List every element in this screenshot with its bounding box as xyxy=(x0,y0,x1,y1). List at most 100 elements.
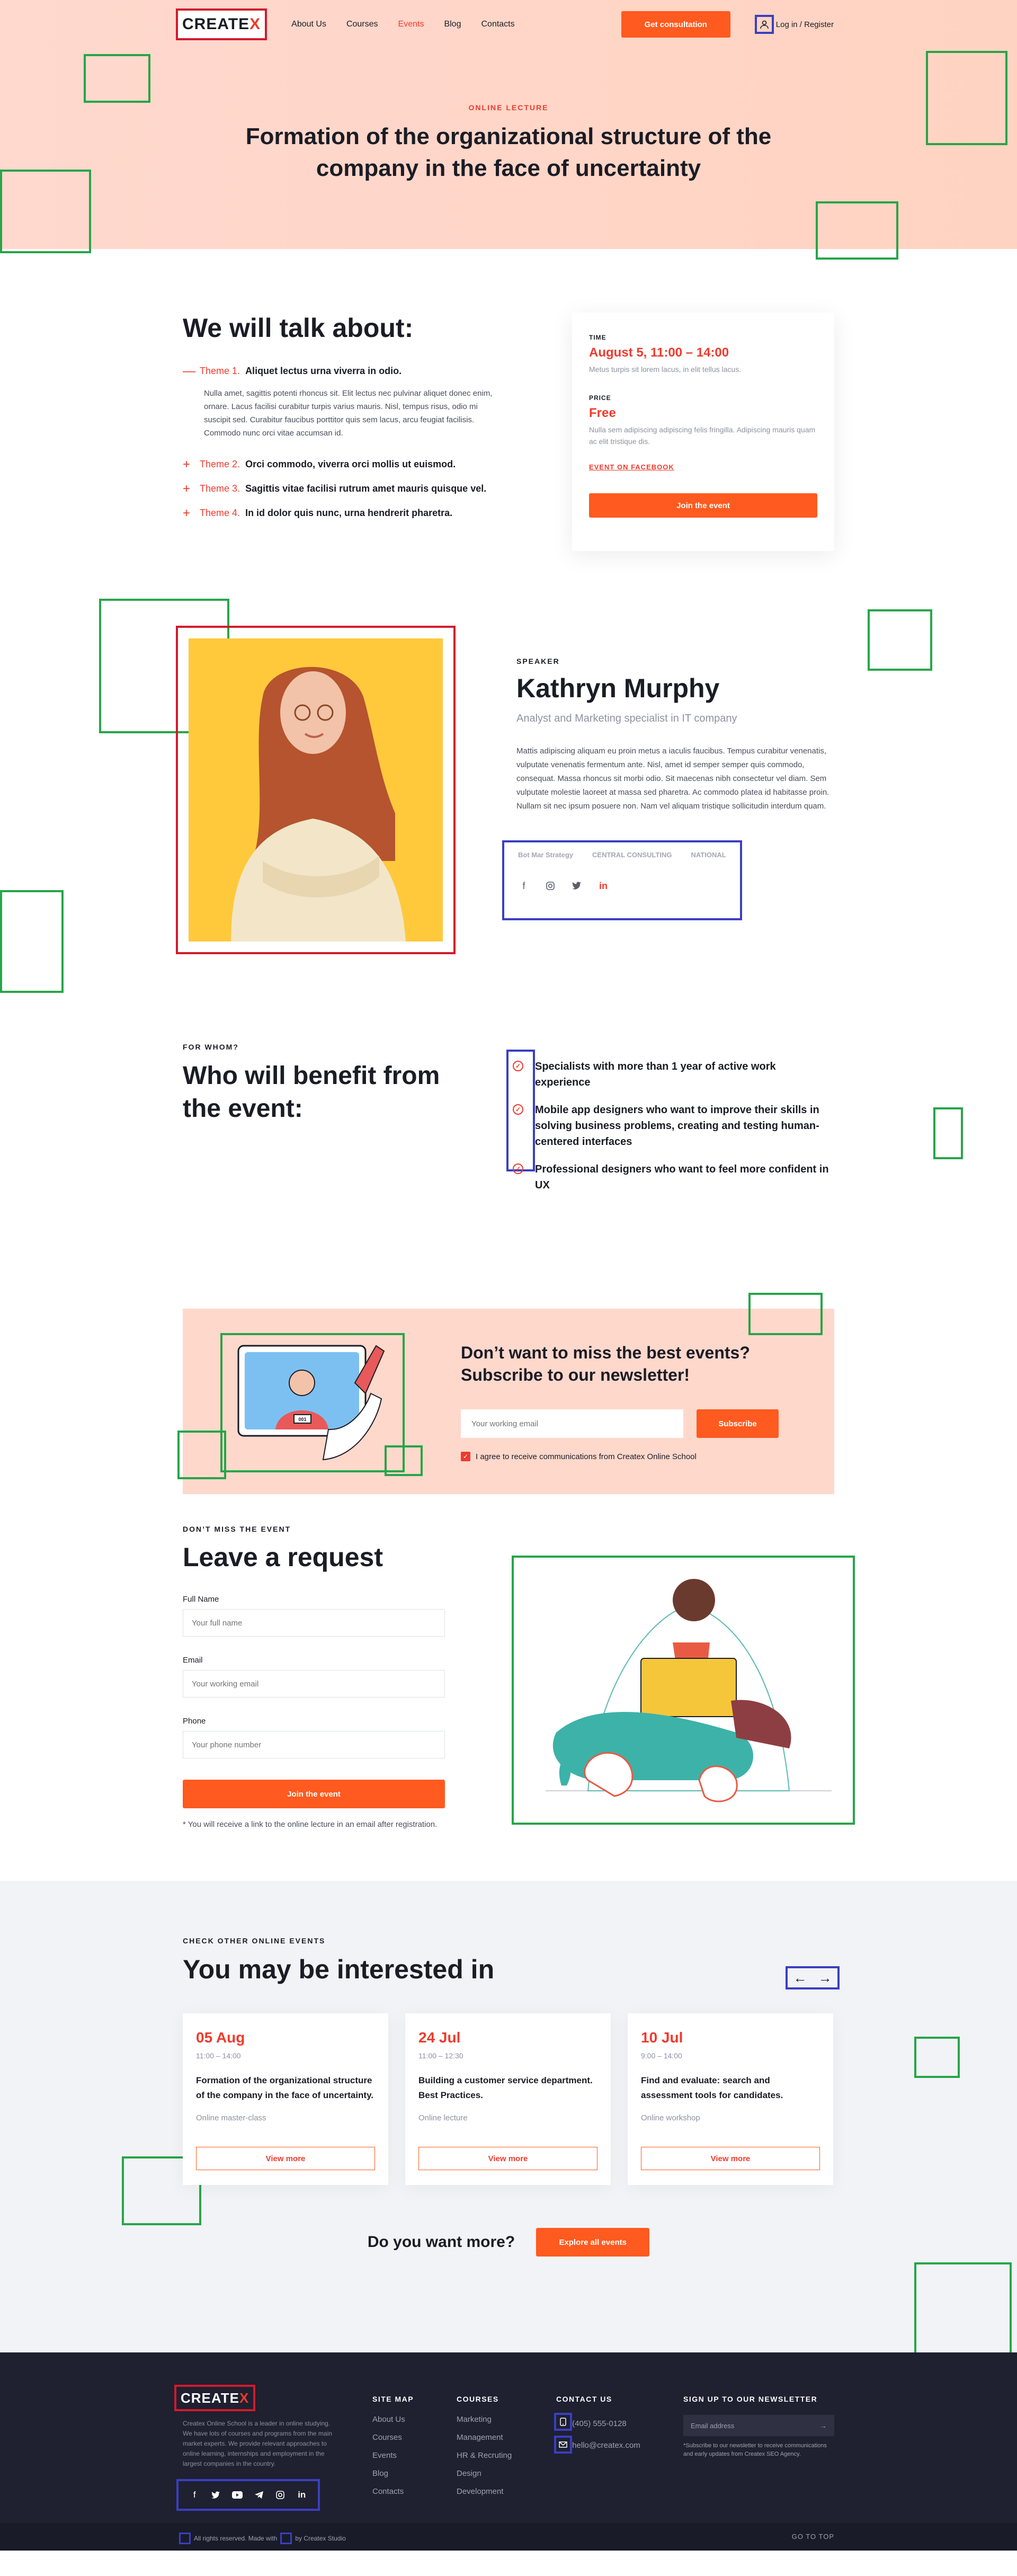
talk-heading: We will talk about: xyxy=(183,313,414,343)
footer-course-management[interactable]: Management xyxy=(457,2433,512,2442)
footer-link-blog[interactable]: Blog xyxy=(372,2469,414,2478)
plus-icon: + xyxy=(183,457,191,472)
event-title: Formation of the organizational structur… xyxy=(196,2075,374,2100)
theme-item-2[interactable]: + Theme 2. Orci commodo, viverra orci mo… xyxy=(183,457,501,472)
instagram-icon[interactable] xyxy=(274,2489,286,2501)
newsletter-section: 001 Don’t want to miss the best events? … xyxy=(0,1277,1017,1505)
check-icon: ✓ xyxy=(513,1061,523,1071)
linkedin-icon[interactable]: in xyxy=(296,2489,308,2501)
copyright-text: All rights reserved. Made with by Create… xyxy=(179,2533,346,2544)
newsletter-email-input[interactable] xyxy=(461,1409,683,1438)
footer-course-design[interactable]: Design xyxy=(457,2469,512,2478)
request-kicker: DON’T MISS THE EVENT xyxy=(183,1525,291,1533)
checkbox-checked-icon[interactable]: ✓ xyxy=(461,1452,470,1461)
speaker-bio: Mattis adipiscing aliquam eu proin metus… xyxy=(516,747,829,811)
footer-course-hr[interactable]: HR & Recruting xyxy=(457,2451,512,2460)
footer-link-courses[interactable]: Courses xyxy=(372,2433,414,2442)
courses-title: COURSES xyxy=(457,2395,499,2403)
footer-email-input[interactable]: Email address → xyxy=(683,2415,834,2436)
join-event-button[interactable]: Join the event xyxy=(589,493,817,518)
speaker-portrait xyxy=(189,638,443,941)
theme-item-3[interactable]: + Theme 3. Sagittis vitae facilisi rutru… xyxy=(183,483,501,495)
events-kicker: CHECK OTHER ONLINE EVENTS xyxy=(183,1937,326,1945)
event-date: 05 Aug xyxy=(196,2029,245,2046)
event-date: 10 Jul xyxy=(641,2029,683,2046)
arrow-right-icon[interactable]: → xyxy=(818,1970,832,1986)
phone-input[interactable] xyxy=(183,1731,445,1758)
email-label: Email xyxy=(183,1656,203,1665)
subscribe-button[interactable]: Subscribe xyxy=(697,1409,779,1438)
screen-badge: 001 xyxy=(298,1417,306,1422)
view-more-button[interactable]: View more xyxy=(418,2147,597,2170)
site-footer: CREATE X Createx Online School is a leade… xyxy=(0,2352,1017,2523)
view-more-button[interactable]: View more xyxy=(641,2147,820,2170)
price-label: PRICE xyxy=(589,394,611,402)
view-more-button[interactable]: View more xyxy=(196,2147,375,2170)
go-to-top-link[interactable]: GO TO TOP xyxy=(792,2533,834,2541)
benefit-title: Who will benefit from the event: xyxy=(183,1062,440,1123)
nav-contacts[interactable]: Contacts xyxy=(481,20,514,29)
more-question: Do you want more? xyxy=(367,2233,515,2251)
arrow-right-icon[interactable]: → xyxy=(820,2422,827,2430)
nav-events[interactable]: Events xyxy=(398,20,424,29)
event-type: Online master-class xyxy=(196,2113,266,2122)
check-icon: ✓ xyxy=(513,1104,523,1115)
speaker-photo xyxy=(176,626,456,954)
benefit-section: FOR WHOM? Who will benefit from the even… xyxy=(0,1012,1017,1277)
events-section: CHECK OTHER ONLINE EVENTS You may be int… xyxy=(0,1881,1017,2356)
request-title: Leave a request xyxy=(183,1542,383,1572)
facebook-icon[interactable]: f xyxy=(518,880,530,892)
phone-label: Phone xyxy=(183,1717,206,1726)
minus-icon: — xyxy=(183,364,195,378)
twitter-icon[interactable] xyxy=(210,2489,222,2501)
footer-link-contacts[interactable]: Contacts xyxy=(372,2487,414,2496)
footer-course-marketing[interactable]: Marketing xyxy=(457,2415,512,2424)
footer-link-about[interactable]: About Us xyxy=(372,2415,414,2424)
email-input[interactable] xyxy=(183,1670,445,1698)
speaker-role: Analyst and Marketing specialist in IT c… xyxy=(516,713,737,724)
facebook-icon[interactable]: f xyxy=(189,2489,200,2501)
event-time: 9:00 – 14:00 xyxy=(641,2051,682,2060)
agree-checkbox-row[interactable]: ✓ I agree to receive communications from… xyxy=(461,1452,697,1461)
linkedin-icon[interactable]: in xyxy=(597,880,609,892)
footer-logo[interactable]: CREATE X xyxy=(174,2385,256,2411)
nav-about-us[interactable]: About Us xyxy=(291,20,326,29)
footer-link-events[interactable]: Events xyxy=(372,2451,414,2460)
footer-sitemap: SITE MAP About Us Courses Events Blog Co… xyxy=(372,2395,414,2505)
footer-newsletter-title: SIGN UP TO OUR NEWSLETTER xyxy=(683,2395,818,2403)
explore-all-events-button[interactable]: Explore all events xyxy=(536,2228,650,2257)
full-name-input[interactable] xyxy=(183,1609,445,1637)
twitter-icon[interactable] xyxy=(571,880,583,892)
nav-blog[interactable]: Blog xyxy=(444,20,461,29)
instagram-icon[interactable] xyxy=(545,880,556,892)
top-navigation: CREATE X About Us Courses Events Blog Con… xyxy=(175,8,834,40)
facebook-event-link[interactable]: EVENT ON FACEBOOK xyxy=(589,463,674,471)
nav-courses[interactable]: Courses xyxy=(346,20,378,29)
youtube-icon[interactable] xyxy=(231,2489,243,2501)
request-illustration xyxy=(512,1556,855,1825)
partner-logo-1: Bot Mar Strategy xyxy=(518,851,574,859)
footer-course-development[interactable]: Development xyxy=(457,2487,512,2496)
benefit-kicker: FOR WHOM? xyxy=(183,1043,239,1051)
footer-email[interactable]: hello@createx.com xyxy=(554,2436,640,2454)
login-register-link[interactable]: Log in / Register xyxy=(754,15,834,34)
plus-icon: + xyxy=(183,506,191,520)
talk-section: We will talk about: — Theme 1. Aliquet l… xyxy=(0,249,1017,599)
arrow-left-icon[interactable]: ← xyxy=(793,1970,807,1986)
theme-item-4[interactable]: + Theme 4. In id dolor quis nunc, urna h… xyxy=(183,506,501,520)
contact-title: CONTACT US xyxy=(556,2395,612,2403)
plus-icon: + xyxy=(183,482,191,496)
event-type: Online workshop xyxy=(641,2113,700,2122)
footer-socials: f in xyxy=(176,2479,320,2511)
theme-item-1[interactable]: — Theme 1. Aliquet lectus urna viverra i… xyxy=(183,364,501,378)
telegram-icon[interactable] xyxy=(253,2489,265,2501)
get-consultation-button[interactable]: Get consultation xyxy=(621,11,730,38)
sitemap-title: SITE MAP xyxy=(372,2395,414,2403)
speaker-links-panel: Bot Mar Strategy CENTRAL CONSULTING NATI… xyxy=(502,840,742,920)
main-menu: About Us Courses Events Blog Contacts xyxy=(291,20,514,29)
footer-newsletter: SIGN UP TO OUR NEWSLETTER Email address … xyxy=(683,2395,834,2458)
carousel-controls: ← → xyxy=(786,1966,840,1989)
createx-logo[interactable]: CREATE X xyxy=(175,8,267,40)
join-event-submit-button[interactable]: Join the event xyxy=(183,1780,445,1808)
footer-phone[interactable]: (405) 555-0128 xyxy=(554,2413,640,2431)
